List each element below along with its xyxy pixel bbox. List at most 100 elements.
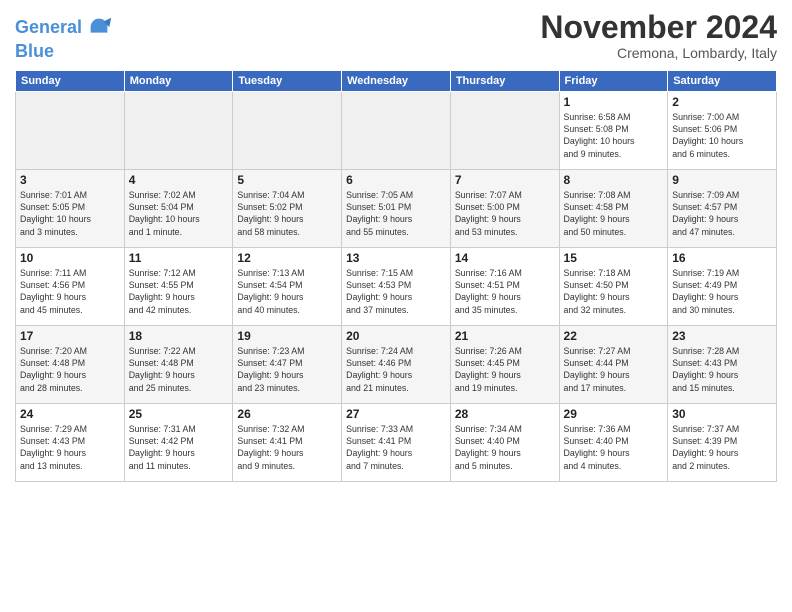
day-info: Sunrise: 7:16 AM Sunset: 4:51 PM Dayligh…	[455, 267, 555, 316]
day-info: Sunrise: 7:27 AM Sunset: 4:44 PM Dayligh…	[564, 345, 664, 394]
calendar-week-row: 10Sunrise: 7:11 AM Sunset: 4:56 PM Dayli…	[16, 247, 777, 325]
table-row: 15Sunrise: 7:18 AM Sunset: 4:50 PM Dayli…	[559, 247, 668, 325]
day-info: Sunrise: 7:32 AM Sunset: 4:41 PM Dayligh…	[237, 423, 337, 472]
day-number: 10	[20, 251, 120, 265]
day-info: Sunrise: 7:00 AM Sunset: 5:06 PM Dayligh…	[672, 111, 772, 160]
table-row: 27 Sunrise: 7:33 AM Sunset: 4:41 PM Dayli…	[342, 403, 451, 481]
table-row: 10Sunrise: 7:11 AM Sunset: 4:56 PM Dayli…	[16, 247, 125, 325]
table-row: 23 Sunrise: 7:28 AM Sunset: 4:43 PM Dayli…	[668, 325, 777, 403]
day-number: 22	[564, 329, 664, 343]
day-info: Sunrise: 7:20 AM Sunset: 4:48 PM Dayligh…	[20, 345, 120, 394]
day-info: Sunrise: 7:29 AM Sunset: 4:43 PM Dayligh…	[20, 423, 120, 472]
table-row: 19Sunrise: 7:23 AM Sunset: 4:47 PM Dayli…	[233, 325, 342, 403]
table-row	[124, 91, 233, 169]
day-info: Sunrise: 7:02 AM Sunset: 5:04 PM Dayligh…	[129, 189, 229, 238]
day-number: 3	[20, 173, 120, 187]
day-number: 14	[455, 251, 555, 265]
table-row: 5 Sunrise: 7:04 AM Sunset: 5:02 PM Daylig…	[233, 169, 342, 247]
table-row: 7 Sunrise: 7:07 AM Sunset: 5:00 PM Daylig…	[450, 169, 559, 247]
day-number: 21	[455, 329, 555, 343]
table-row: 26 Sunrise: 7:32 AM Sunset: 4:41 PM Dayli…	[233, 403, 342, 481]
calendar-week-row: 17Sunrise: 7:20 AM Sunset: 4:48 PM Dayli…	[16, 325, 777, 403]
logo-icon	[85, 14, 113, 42]
day-info: Sunrise: 7:31 AM Sunset: 4:42 PM Dayligh…	[129, 423, 229, 472]
table-row: 20 Sunrise: 7:24 AM Sunset: 4:46 PM Dayli…	[342, 325, 451, 403]
day-info: Sunrise: 7:07 AM Sunset: 5:00 PM Dayligh…	[455, 189, 555, 238]
table-row: 9 Sunrise: 7:09 AM Sunset: 4:57 PM Daylig…	[668, 169, 777, 247]
table-row: 24Sunrise: 7:29 AM Sunset: 4:43 PM Dayli…	[16, 403, 125, 481]
table-row: 29 Sunrise: 7:36 AM Sunset: 4:40 PM Dayli…	[559, 403, 668, 481]
col-thursday: Thursday	[450, 70, 559, 91]
table-row: 2 Sunrise: 7:00 AM Sunset: 5:06 PM Daylig…	[668, 91, 777, 169]
day-number: 25	[129, 407, 229, 421]
day-info: Sunrise: 7:37 AM Sunset: 4:39 PM Dayligh…	[672, 423, 772, 472]
table-row	[450, 91, 559, 169]
day-number: 8	[564, 173, 664, 187]
logo-blue: Blue	[15, 42, 113, 62]
day-info: Sunrise: 7:34 AM Sunset: 4:40 PM Dayligh…	[455, 423, 555, 472]
day-number: 26	[237, 407, 337, 421]
day-number: 28	[455, 407, 555, 421]
day-number: 29	[564, 407, 664, 421]
day-info: Sunrise: 7:28 AM Sunset: 4:43 PM Dayligh…	[672, 345, 772, 394]
day-number: 7	[455, 173, 555, 187]
day-number: 11	[129, 251, 229, 265]
table-row: 17Sunrise: 7:20 AM Sunset: 4:48 PM Dayli…	[16, 325, 125, 403]
day-info: Sunrise: 7:01 AM Sunset: 5:05 PM Dayligh…	[20, 189, 120, 238]
table-row: 11Sunrise: 7:12 AM Sunset: 4:55 PM Dayli…	[124, 247, 233, 325]
table-row: 25 Sunrise: 7:31 AM Sunset: 4:42 PM Dayli…	[124, 403, 233, 481]
day-info: Sunrise: 7:33 AM Sunset: 4:41 PM Dayligh…	[346, 423, 446, 472]
day-number: 16	[672, 251, 772, 265]
logo: General Blue	[15, 14, 113, 62]
day-info: Sunrise: 7:24 AM Sunset: 4:46 PM Dayligh…	[346, 345, 446, 394]
day-info: Sunrise: 7:19 AM Sunset: 4:49 PM Dayligh…	[672, 267, 772, 316]
day-number: 15	[564, 251, 664, 265]
day-info: Sunrise: 7:08 AM Sunset: 4:58 PM Dayligh…	[564, 189, 664, 238]
location-subtitle: Cremona, Lombardy, Italy	[540, 45, 777, 61]
day-info: Sunrise: 7:36 AM Sunset: 4:40 PM Dayligh…	[564, 423, 664, 472]
day-number: 1	[564, 95, 664, 109]
title-block: November 2024 Cremona, Lombardy, Italy	[540, 10, 777, 61]
day-number: 2	[672, 95, 772, 109]
day-number: 27	[346, 407, 446, 421]
table-row: 18 Sunrise: 7:22 AM Sunset: 4:48 PM Dayli…	[124, 325, 233, 403]
table-row: 21 Sunrise: 7:26 AM Sunset: 4:45 PM Dayli…	[450, 325, 559, 403]
table-row: 22 Sunrise: 7:27 AM Sunset: 4:44 PM Dayli…	[559, 325, 668, 403]
day-number: 30	[672, 407, 772, 421]
day-number: 6	[346, 173, 446, 187]
header: General Blue November 2024 Cremona, Lomb…	[15, 10, 777, 62]
table-row: 1 Sunrise: 6:58 AM Sunset: 5:08 PM Daylig…	[559, 91, 668, 169]
day-number: 20	[346, 329, 446, 343]
table-row	[342, 91, 451, 169]
table-row: 4Sunrise: 7:02 AM Sunset: 5:04 PM Daylig…	[124, 169, 233, 247]
day-info: Sunrise: 6:58 AM Sunset: 5:08 PM Dayligh…	[564, 111, 664, 160]
day-number: 9	[672, 173, 772, 187]
table-row: 30 Sunrise: 7:37 AM Sunset: 4:39 PM Dayli…	[668, 403, 777, 481]
col-sunday: Sunday	[16, 70, 125, 91]
day-info: Sunrise: 7:26 AM Sunset: 4:45 PM Dayligh…	[455, 345, 555, 394]
page-container: General Blue November 2024 Cremona, Lomb…	[0, 0, 792, 492]
day-number: 13	[346, 251, 446, 265]
month-title: November 2024	[540, 10, 777, 45]
table-row	[16, 91, 125, 169]
calendar-week-row: 1 Sunrise: 6:58 AM Sunset: 5:08 PM Daylig…	[16, 91, 777, 169]
day-number: 23	[672, 329, 772, 343]
table-row: 12 Sunrise: 7:13 AM Sunset: 4:54 PM Dayli…	[233, 247, 342, 325]
logo-text: General	[15, 18, 82, 38]
day-info: Sunrise: 7:13 AM Sunset: 4:54 PM Dayligh…	[237, 267, 337, 316]
table-row: 16 Sunrise: 7:19 AM Sunset: 4:49 PM Dayli…	[668, 247, 777, 325]
logo-general: General	[15, 17, 82, 37]
calendar-week-row: 3 Sunrise: 7:01 AM Sunset: 5:05 PM Daylig…	[16, 169, 777, 247]
day-info: Sunrise: 7:23 AM Sunset: 4:47 PM Dayligh…	[237, 345, 337, 394]
calendar-table: Sunday Monday Tuesday Wednesday Thursday…	[15, 70, 777, 482]
day-number: 18	[129, 329, 229, 343]
day-info: Sunrise: 7:04 AM Sunset: 5:02 PM Dayligh…	[237, 189, 337, 238]
day-number: 5	[237, 173, 337, 187]
calendar-header-row: Sunday Monday Tuesday Wednesday Thursday…	[16, 70, 777, 91]
day-info: Sunrise: 7:09 AM Sunset: 4:57 PM Dayligh…	[672, 189, 772, 238]
day-info: Sunrise: 7:22 AM Sunset: 4:48 PM Dayligh…	[129, 345, 229, 394]
table-row: 13Sunrise: 7:15 AM Sunset: 4:53 PM Dayli…	[342, 247, 451, 325]
calendar-week-row: 24Sunrise: 7:29 AM Sunset: 4:43 PM Dayli…	[16, 403, 777, 481]
day-number: 12	[237, 251, 337, 265]
col-saturday: Saturday	[668, 70, 777, 91]
